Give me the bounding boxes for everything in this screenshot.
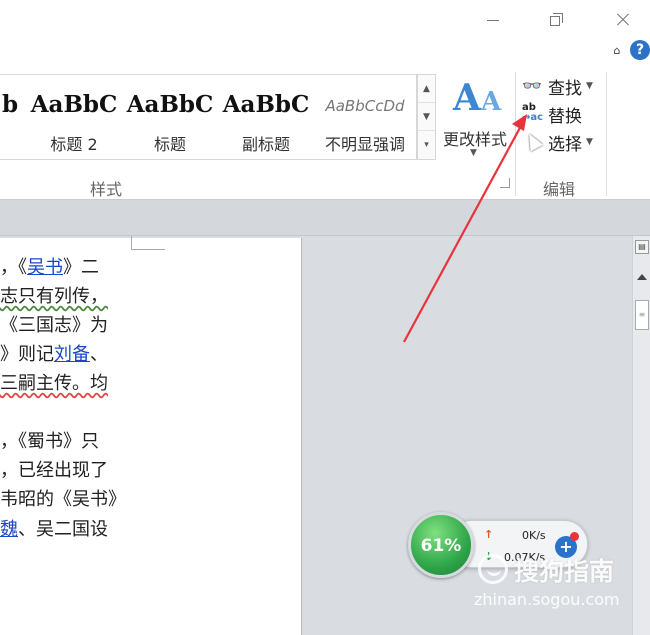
change-styles-button[interactable]: AA 更改样式 ▼ (440, 74, 510, 164)
usage-percent: 61% (420, 536, 462, 556)
text-line: ，《吴书》二 (0, 257, 99, 278)
style-item-subtitle[interactable]: AaBbC 副标题 (218, 75, 314, 159)
help-icon[interactable]: ? (630, 40, 650, 60)
change-styles-label: 更改样式 (442, 130, 507, 149)
text-line: 三嗣主传。均 (0, 373, 108, 394)
collapse-ribbon-icon[interactable]: ⌂ (610, 44, 624, 58)
text-line: 《三国志》为 (0, 315, 108, 336)
style-sample: AaBbCcDd (325, 97, 405, 115)
hyperlink[interactable]: 刘备 (54, 344, 90, 365)
style-sample: AaBbC (30, 91, 118, 118)
notification-dot (570, 532, 579, 541)
styles-gallery: b AaBbC 标题 2 AaBbC 标题 AaBbC 副标题 AaBbCcDd… (0, 74, 417, 160)
page-corner-mark (131, 236, 165, 250)
restore-icon[interactable] (540, 8, 570, 32)
text-line: 韦昭的《吴书》 (0, 489, 126, 510)
text-line: ，《蜀书》只 (0, 431, 99, 452)
text-line: 魏、吴二国设 (0, 519, 108, 540)
chevron-down-icon: ▼ (470, 148, 477, 158)
watermark-brand: 搜狗指南 (514, 557, 615, 586)
ruler-strip (0, 200, 650, 236)
style-sample: AaBbC (126, 91, 214, 118)
style-label: 副标题 (241, 135, 290, 154)
cursor-icon (522, 130, 544, 153)
gallery-down-icon[interactable]: ▼ (418, 103, 435, 131)
title-bar: ⌂ ? (0, 0, 650, 68)
find-button[interactable]: 👓 查找 ▼ (522, 74, 593, 99)
replace-label: 替换 (548, 106, 582, 127)
style-sample: b (2, 91, 19, 118)
text-line: 》则记刘备、 (0, 344, 108, 365)
replace-icon: ab →ac (522, 102, 544, 123)
document-page[interactable]: ，《吴书》二 志只有列传， 《三国志》为 》则记刘备、 三嗣主传。均 ，《蜀书》… (0, 238, 302, 635)
minimize-icon[interactable] (478, 8, 508, 32)
group-divider (515, 72, 516, 196)
hyperlink[interactable]: 魏 (0, 519, 18, 540)
scroll-thumb[interactable]: ≡ (635, 300, 649, 330)
style-label: 标题 2 (50, 135, 98, 154)
replace-button[interactable]: ab →ac 替换 (522, 102, 582, 127)
style-item-subtle-emphasis[interactable]: AaBbCcDd 不明显强调 (316, 75, 414, 159)
style-label: 标题 (153, 135, 186, 154)
ruler-toggle-icon[interactable]: ▤ (635, 240, 649, 254)
gallery-up-icon[interactable]: ▲ (418, 75, 435, 103)
chevron-down-icon: ▼ (586, 137, 593, 147)
hyperlink[interactable]: 吴书 (27, 257, 63, 278)
sogou-logo-icon (478, 554, 508, 584)
watermark-url: zhinan.sogou.com (474, 590, 620, 609)
text-line: ，已经出现了 (0, 460, 108, 481)
gallery-more-icon[interactable]: ▾ (418, 131, 435, 159)
styles-group-label: 样式 (90, 180, 123, 199)
change-styles-icon: AA (453, 77, 502, 119)
close-icon[interactable] (608, 8, 638, 32)
binoculars-icon: 👓 (522, 76, 542, 95)
find-label: 查找 (548, 78, 582, 99)
dialog-launcher-icon[interactable] (500, 178, 510, 188)
scroll-up-icon[interactable] (637, 274, 647, 280)
ribbon: b AaBbC 标题 2 AaBbC 标题 AaBbC 副标题 AaBbCcDd… (0, 68, 650, 200)
select-label: 选择 (548, 134, 582, 155)
style-sample: AaBbC (222, 91, 310, 118)
style-item-partial[interactable]: b (0, 75, 26, 159)
style-item-title[interactable]: AaBbC 标题 (122, 75, 218, 159)
style-item-heading2[interactable]: AaBbC 标题 2 (26, 75, 122, 159)
editing-group-label: 编辑 (543, 180, 576, 199)
text-line: 志只有列传， (0, 286, 108, 307)
watermark: 搜狗指南 zhinan.sogou.com (470, 552, 640, 612)
memory-usage-ball[interactable]: 61% (408, 512, 474, 578)
select-button[interactable]: 选择 ▼ (522, 130, 593, 155)
gallery-scroll: ▲ ▼ ▾ (417, 74, 436, 160)
chevron-down-icon: ▼ (586, 81, 593, 91)
style-label: 不明显强调 (324, 135, 405, 154)
group-divider (606, 72, 607, 196)
upload-speed: 0K/s (522, 529, 546, 542)
upload-arrow-icon: ↑ (484, 528, 494, 541)
